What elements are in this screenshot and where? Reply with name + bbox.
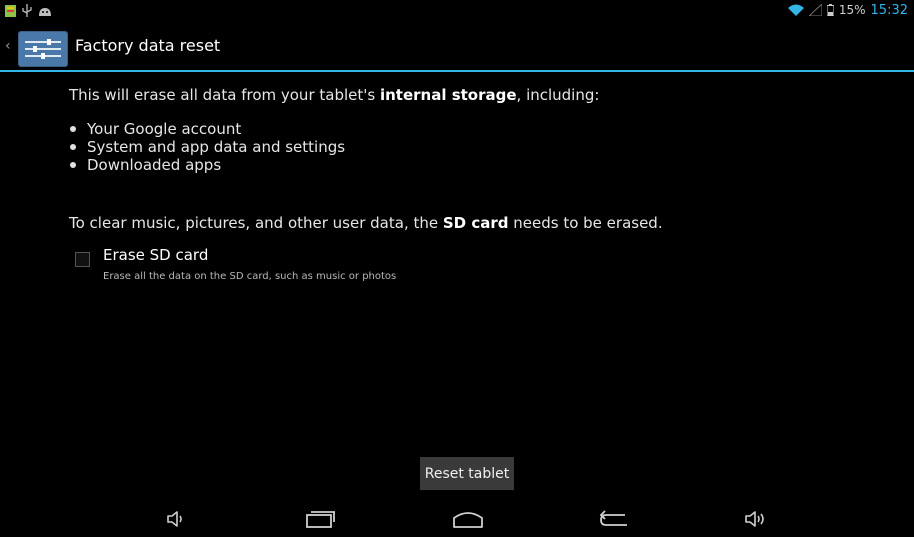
intro-text: This will erase all data from your table… bbox=[69, 86, 849, 104]
wifi-icon bbox=[787, 1, 804, 20]
intro-suffix: , including: bbox=[516, 86, 600, 104]
back-icon[interactable] bbox=[592, 504, 636, 534]
home-icon[interactable] bbox=[446, 504, 490, 534]
action-bar-divider bbox=[0, 70, 914, 72]
recent-apps-icon[interactable] bbox=[298, 504, 342, 534]
usb-icon bbox=[22, 2, 32, 21]
battery-percent: 15% bbox=[838, 3, 866, 17]
erase-items-list: Your Google account System and app data … bbox=[69, 120, 849, 174]
erase-sd-card-option[interactable]: Erase SD card Erase all the data on the … bbox=[69, 246, 669, 286]
sd-card-note: To clear music, pictures, and other user… bbox=[69, 214, 663, 232]
action-bar: ‹ Factory data reset bbox=[0, 20, 914, 72]
settings-icon[interactable] bbox=[17, 30, 69, 68]
volume-up-icon[interactable] bbox=[734, 504, 778, 534]
reset-tablet-button[interactable]: Reset tablet bbox=[420, 457, 514, 490]
page-title: Factory data reset bbox=[75, 36, 221, 55]
up-navigation-icon[interactable]: ‹ bbox=[5, 38, 11, 54]
sd-bold: SD card bbox=[442, 214, 509, 232]
notification-icon bbox=[5, 2, 16, 21]
erase-sd-card-subtitle: Erase all the data on the SD card, such … bbox=[103, 271, 397, 282]
android-icon bbox=[38, 2, 52, 21]
battery-icon bbox=[826, 1, 835, 20]
list-item: Your Google account bbox=[69, 120, 849, 138]
sd-prefix: To clear music, pictures, and other user… bbox=[69, 214, 443, 232]
intro-bold: internal storage bbox=[379, 86, 517, 104]
signal-icon bbox=[807, 1, 823, 20]
volume-down-icon[interactable] bbox=[154, 504, 198, 534]
status-bar: 15% 15:32 bbox=[0, 0, 914, 20]
list-item: System and app data and settings bbox=[69, 138, 849, 156]
sd-suffix: needs to be erased. bbox=[508, 214, 663, 232]
list-item: Downloaded apps bbox=[69, 156, 849, 174]
navigation-bar bbox=[0, 500, 914, 537]
clock: 15:32 bbox=[870, 2, 908, 18]
erase-sd-card-title: Erase SD card bbox=[103, 246, 209, 264]
main-content: This will erase all data from your table… bbox=[69, 86, 849, 174]
intro-prefix: This will erase all data from your table… bbox=[69, 86, 380, 104]
erase-sd-card-checkbox[interactable] bbox=[75, 252, 90, 267]
